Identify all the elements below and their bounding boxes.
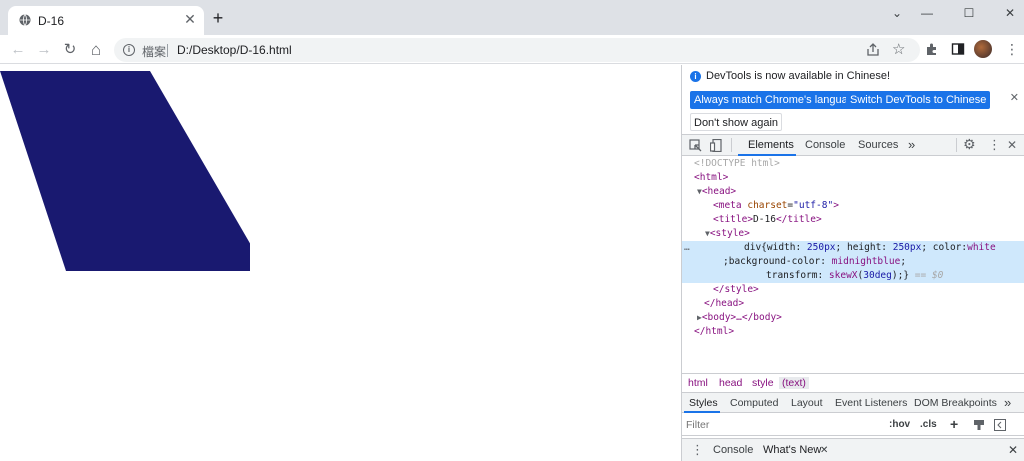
match-language-button[interactable]: Always match Chrome's language <box>690 91 864 109</box>
meta-node[interactable]: <meta charset="utf-8"> <box>713 199 839 213</box>
tab-console[interactable]: Console <box>805 139 845 151</box>
more-pane-tabs-button[interactable]: » <box>1004 395 1011 410</box>
close-window-button[interactable]: ✕ <box>996 4 1024 22</box>
css-text-line-3[interactable]: transform: skewX(30deg);} == $0 <box>766 269 943 283</box>
title-node[interactable]: <title>D-16</title> <box>713 213 822 227</box>
drawer-tab-console[interactable]: Console <box>713 444 753 456</box>
page-viewport <box>0 65 681 461</box>
browser-tab[interactable]: D-16 ✕ <box>8 6 204 35</box>
back-button[interactable]: ← <box>9 41 27 59</box>
tab-dom-breakpoints[interactable]: DOM Breakpoints <box>914 397 997 409</box>
breadcrumb-html[interactable]: html <box>688 377 708 389</box>
dont-show-again-button[interactable]: Don't show again <box>690 113 783 131</box>
hov-button[interactable]: :hov <box>889 419 910 430</box>
address-bar[interactable]: i 檔案 D:/Desktop/D-16.html ☆ <box>114 38 920 62</box>
divider <box>731 138 732 152</box>
tab-event-listeners[interactable]: Event Listeners <box>835 397 907 409</box>
toggle-sidebar-icon[interactable] <box>994 419 1006 431</box>
active-pane-tab-indicator <box>684 411 720 413</box>
site-info-label[interactable]: 檔案 <box>142 43 166 60</box>
style-close-node[interactable]: </style> <box>713 283 759 297</box>
breadcrumb-head[interactable]: head <box>719 377 742 389</box>
forward-button[interactable]: → <box>35 41 53 59</box>
html-close-node[interactable]: </html> <box>694 325 734 339</box>
info-icon[interactable]: i <box>123 44 135 56</box>
extensions-icon[interactable] <box>925 42 939 56</box>
share-icon[interactable] <box>866 43 880 57</box>
styles-pane-tabbar: Styles Computed Layout Event Listeners D… <box>682 392 1024 413</box>
more-tabs-button[interactable]: » <box>908 137 915 152</box>
maximize-button[interactable]: ☐ <box>955 4 983 22</box>
tab-layout[interactable]: Layout <box>791 397 823 409</box>
gear-icon[interactable]: ⚙ <box>963 136 976 153</box>
tab-styles[interactable]: Styles <box>689 397 718 409</box>
style-node[interactable]: ▼<style> <box>705 227 750 241</box>
close-drawer-icon[interactable]: ✕ <box>1008 443 1018 457</box>
css-text-line-1[interactable]: div{width: 250px; height: 250px; color:w… <box>744 241 996 255</box>
tab-computed[interactable]: Computed <box>730 397 778 409</box>
drawer-tab-close-icon[interactable]: ✕ <box>820 445 828 456</box>
element-state-icon[interactable] <box>973 419 985 431</box>
drawer-tab-whats-new[interactable]: What's New <box>763 444 821 456</box>
inspect-icon[interactable] <box>689 139 702 152</box>
body-node[interactable]: ▶<body>…</body> <box>697 311 782 325</box>
head-node[interactable]: ▼<head> <box>697 185 736 199</box>
doctype-node[interactable]: <!DOCTYPE html> <box>694 157 780 171</box>
language-infobar: i DevTools is now available in Chinese! … <box>682 65 1024 135</box>
dom-tree: <!DOCTYPE html> <html> ▼<head> <meta cha… <box>682 157 1024 371</box>
close-devtools-icon[interactable]: ✕ <box>1007 138 1017 152</box>
new-rule-button[interactable]: + <box>950 416 958 432</box>
tab-close-icon[interactable]: ✕ <box>182 11 198 27</box>
css-text-line-2[interactable]: ;background-color: midnightblue; <box>723 255 906 269</box>
filter-input[interactable] <box>686 417 878 433</box>
menu-icon[interactable]: ⋮ <box>1005 41 1019 58</box>
divider <box>956 138 957 152</box>
tab-sources[interactable]: Sources <box>858 139 898 151</box>
active-tab-indicator <box>738 154 796 156</box>
reload-button[interactable]: ↻ <box>61 41 79 59</box>
devtools-menu-icon[interactable]: ⋮ <box>988 137 1001 153</box>
switch-language-button[interactable]: Switch DevTools to Chinese <box>846 91 991 109</box>
skewed-div <box>0 71 250 271</box>
info-icon: i <box>690 71 701 82</box>
new-tab-button[interactable]: + <box>210 9 226 27</box>
devtools-panel: i DevTools is now available in Chinese! … <box>681 65 1024 461</box>
avatar[interactable] <box>974 40 992 58</box>
html-node[interactable]: <html> <box>694 171 728 185</box>
styles-filter-row: :hov .cls + <box>682 414 1024 436</box>
device-toolbar-icon[interactable] <box>710 139 723 152</box>
tab-strip: D-16 ✕ + ⌄ — ☐ ✕ <box>0 0 1024 35</box>
breadcrumb-text[interactable]: (text) <box>779 377 809 389</box>
star-icon[interactable]: ☆ <box>892 40 905 58</box>
browser-toolbar: ← → ↻ ⌂ i 檔案 D:/Desktop/D-16.html ☆ ⋮ <box>0 35 1024 64</box>
devtools-drawer: ⋮ Console What's New ✕ ✕ <box>682 438 1024 461</box>
close-icon[interactable]: ✕ <box>1010 91 1019 104</box>
url-text[interactable]: D:/Desktop/D-16.html <box>177 43 292 57</box>
omnibox-divider <box>167 44 168 57</box>
infobar-message: DevTools is now available in Chinese! <box>706 70 891 82</box>
node-ellipsis[interactable]: … <box>684 241 690 255</box>
tab-search-icon[interactable]: ⌄ <box>883 4 911 22</box>
side-panel-icon[interactable] <box>951 42 965 56</box>
home-button[interactable]: ⌂ <box>87 41 105 59</box>
cls-button[interactable]: .cls <box>920 419 937 430</box>
breadcrumb-style[interactable]: style <box>752 377 774 389</box>
drawer-menu-icon[interactable]: ⋮ <box>691 442 704 458</box>
breadcrumb: html head style (text) <box>682 373 1024 391</box>
minimize-button[interactable]: — <box>913 4 941 22</box>
head-close-node[interactable]: </head> <box>704 297 744 311</box>
devtools-tabbar: Elements Console Sources » ⚙ ⋮ ✕ <box>682 135 1024 156</box>
tab-title: D-16 <box>38 14 65 28</box>
globe-icon <box>19 14 31 26</box>
tab-elements[interactable]: Elements <box>748 139 794 151</box>
